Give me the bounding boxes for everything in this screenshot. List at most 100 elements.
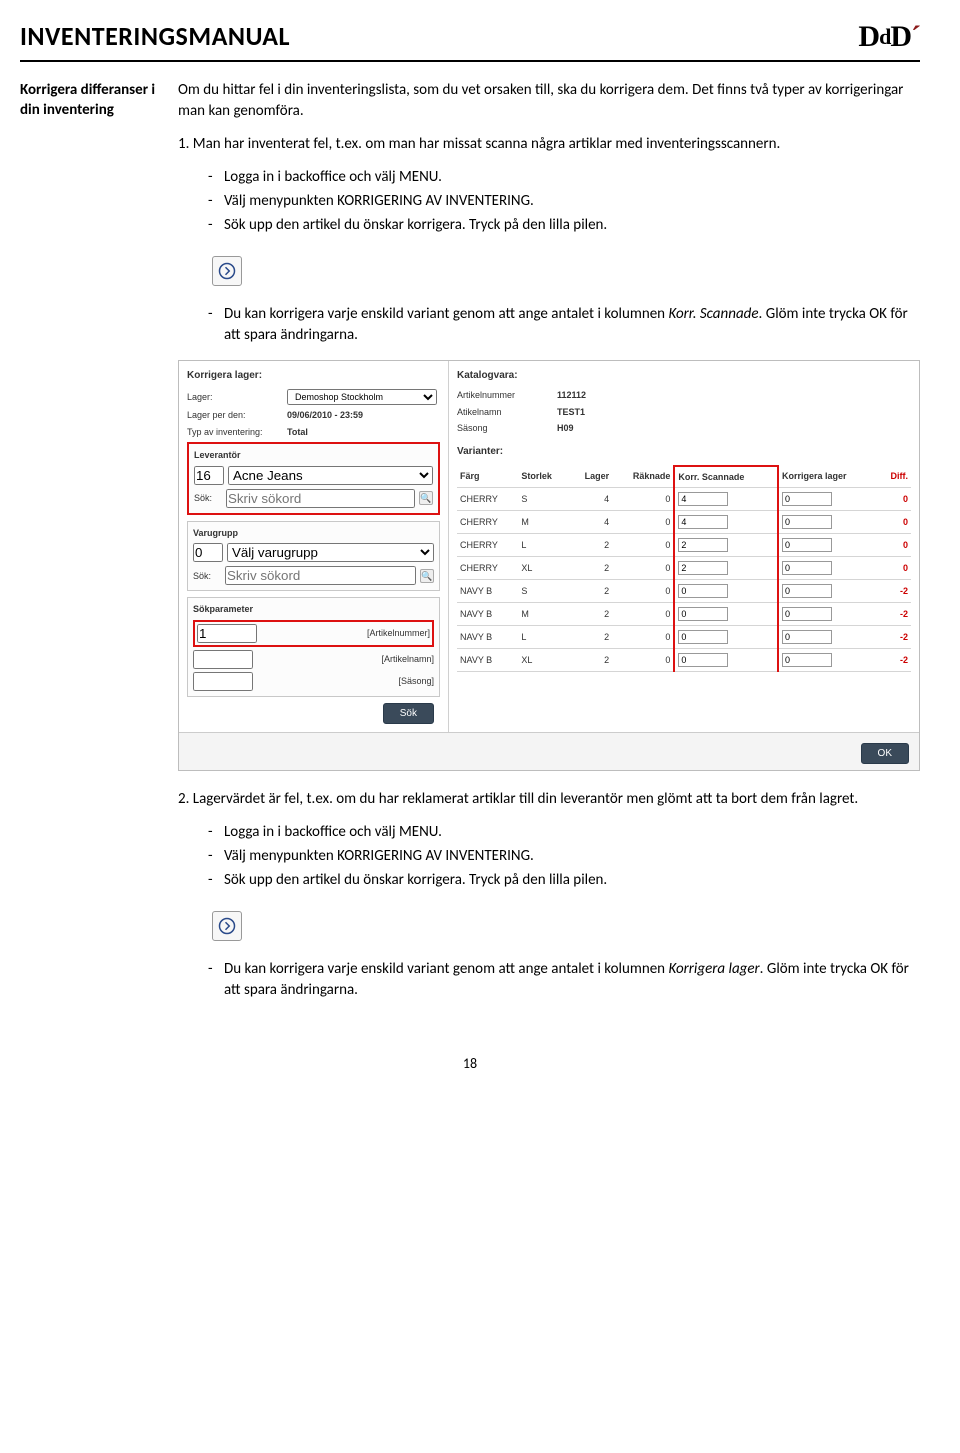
vg-code-input[interactable]	[193, 543, 223, 562]
cell-korrlager	[778, 557, 878, 580]
cell-korr	[674, 580, 778, 603]
cell-korr	[674, 557, 778, 580]
lev-title: Leverantör	[194, 449, 433, 462]
lev-select[interactable]: Acne Jeans	[228, 466, 433, 485]
sp-title: Sökparameter	[193, 603, 434, 616]
korr-input[interactable]	[678, 607, 728, 621]
korr-input[interactable]	[678, 630, 728, 644]
sok-button[interactable]: Sök	[383, 703, 434, 724]
cell-farg: CHERRY	[457, 488, 518, 511]
korrlager-input[interactable]	[782, 630, 832, 644]
typ-label: Typ av inventering:	[187, 426, 287, 439]
artnr-value: 112112	[557, 389, 586, 402]
sasong-value: H09	[557, 422, 574, 435]
cell-storlek: L	[518, 626, 569, 649]
step: Sök upp den artikel du önskar korrigera.…	[212, 870, 920, 891]
col-diff: Diff.	[878, 466, 911, 488]
shot-footer: OK	[179, 732, 919, 770]
cell-korrlager	[778, 603, 878, 626]
korr-input[interactable]	[678, 653, 728, 667]
artname-ph: [Artikelnamn]	[257, 653, 434, 666]
cell-raknade: 0	[612, 557, 674, 580]
korrlager-input[interactable]	[782, 584, 832, 598]
korrlager-input[interactable]	[782, 538, 832, 552]
artnr-input[interactable]	[197, 624, 257, 643]
artnamn-value: TEST1	[557, 406, 585, 419]
vg-select[interactable]: Välj varugrupp	[227, 543, 434, 562]
step: Välj menypunkten KORRIGERING AV INVENTER…	[212, 846, 920, 867]
lev-code-input[interactable]	[194, 466, 224, 485]
korrlager-input[interactable]	[782, 492, 832, 506]
logo: DdD´	[858, 20, 920, 54]
lager-label: Lager:	[187, 391, 287, 404]
varugrupp-block: Varugrupp Välj varugrupp Sök: 🔍	[187, 521, 440, 592]
sasong-label: Säsong	[457, 422, 557, 435]
logo-letter: d	[879, 24, 890, 49]
var-title: Varianter:	[457, 445, 911, 459]
col-raknade: Räknade	[612, 466, 674, 488]
cell-korrlager	[778, 511, 878, 534]
season-input[interactable]	[193, 672, 253, 691]
note-text: Du kan korrigera varje enskild variant g…	[224, 960, 668, 978]
korr-input[interactable]	[678, 538, 728, 552]
artname-input[interactable]	[193, 650, 253, 669]
korr-input[interactable]	[678, 492, 728, 506]
cell-storlek: M	[518, 511, 569, 534]
page-number: 18	[20, 1055, 920, 1072]
korrlager-input[interactable]	[782, 653, 832, 667]
cell-diff: 0	[878, 534, 911, 557]
search-icon[interactable]: 🔍	[419, 491, 433, 505]
note-list-2: Du kan korrigera varje enskild variant g…	[178, 959, 920, 1001]
artnr-ph: [Artikelnummer]	[261, 627, 430, 640]
cell-korrlager	[778, 580, 878, 603]
cell-storlek: S	[518, 580, 569, 603]
artnr-label: Artikelnummer	[457, 389, 557, 402]
search-icon[interactable]: 🔍	[420, 569, 434, 583]
cell-korr	[674, 488, 778, 511]
cell-lager: 2	[569, 557, 612, 580]
ok-button[interactable]: OK	[861, 743, 909, 764]
note-2: Du kan korrigera varje enskild variant g…	[212, 959, 920, 1001]
vg-title: Varugrupp	[193, 527, 434, 540]
vg-search-input[interactable]	[225, 566, 416, 585]
cell-lager: 4	[569, 511, 612, 534]
korr-input[interactable]	[678, 515, 728, 529]
lev-search-input[interactable]	[226, 489, 415, 508]
korrlager-input[interactable]	[782, 607, 832, 621]
section-body: Om du hittar fel i din inventeringslista…	[178, 80, 920, 1015]
korr-input[interactable]	[678, 561, 728, 575]
cell-storlek: S	[518, 488, 569, 511]
cell-diff: -2	[878, 580, 911, 603]
variants-table: Färg Storlek Lager Räknade Korr. Scannad…	[457, 465, 911, 673]
cell-storlek: XL	[518, 557, 569, 580]
table-row: NAVY BS20-2	[457, 580, 911, 603]
logo-accent: ´	[911, 20, 920, 53]
cell-korr	[674, 534, 778, 557]
col-storlek: Storlek	[518, 466, 569, 488]
table-row: NAVY BXL20-2	[457, 649, 911, 672]
cell-raknade: 0	[612, 511, 674, 534]
col-korr-scannade: Korr. Scannade	[674, 466, 778, 488]
cell-raknade: 0	[612, 580, 674, 603]
cell-storlek: XL	[518, 649, 569, 672]
cell-lager: 4	[569, 488, 612, 511]
table-row: CHERRYL200	[457, 534, 911, 557]
korr-input[interactable]	[678, 584, 728, 598]
cell-korr	[674, 511, 778, 534]
sok-label: Sök:	[194, 492, 222, 505]
left-pane-title: Korrigera lager:	[187, 369, 440, 383]
col-korr-lager: Korrigera lager	[778, 466, 878, 488]
cell-diff: 0	[878, 488, 911, 511]
cell-korr	[674, 649, 778, 672]
right-pane: Katalogvara: Artikelnummer112112 Atikeln…	[449, 361, 919, 732]
lager-select[interactable]: Demoshop Stockholm	[287, 389, 437, 405]
korrlager-input[interactable]	[782, 515, 832, 529]
korrlager-input[interactable]	[782, 561, 832, 575]
table-row: CHERRYS400	[457, 488, 911, 511]
case2-lead: 2. Lagervärdet är fel, t.ex. om du har r…	[178, 789, 920, 810]
case1-lead: 1. Man har inventerat fel, t.ex. om man …	[178, 134, 920, 155]
season-ph: [Säsong]	[257, 675, 434, 688]
cell-farg: NAVY B	[457, 603, 518, 626]
cell-farg: NAVY B	[457, 626, 518, 649]
cell-raknade: 0	[612, 626, 674, 649]
